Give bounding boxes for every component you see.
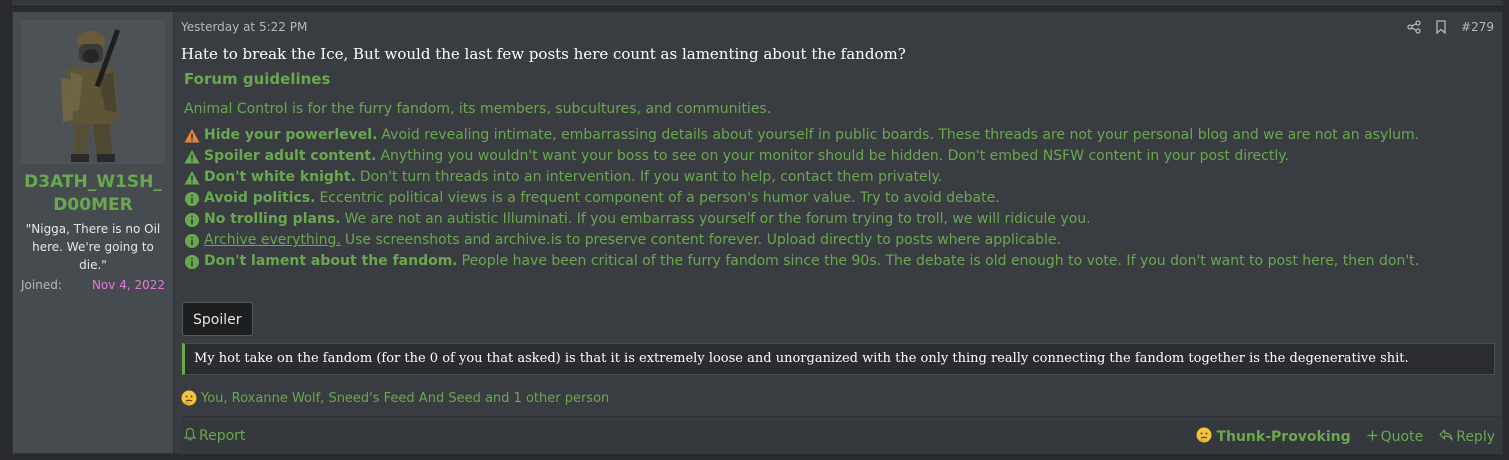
info-icon	[184, 233, 200, 249]
share-icon[interactable]	[1407, 20, 1421, 34]
rule-title: Avoid politics.	[204, 190, 316, 206]
forum-post: D3ATH_W1SH_D00MER "Nigga, There is no Oi…	[12, 11, 1503, 454]
joined-row: Joined: Nov 4, 2022	[21, 278, 165, 296]
user-sidebar: D3ATH_W1SH_D00MER "Nigga, There is no Oi…	[13, 12, 174, 453]
guidelines-title: Forum guidelines	[184, 70, 331, 88]
react-button[interactable]: Thunk-Provoking	[1196, 427, 1351, 447]
rule-item: Don't lament about the fandom. People ha…	[184, 251, 1494, 272]
previous-post-edge	[12, 0, 1503, 7]
bell-icon	[183, 427, 197, 445]
plus-icon	[1367, 429, 1378, 445]
reply-icon	[1439, 429, 1453, 445]
quote-label: Quote	[1380, 429, 1424, 445]
post-body: Hate to break the Ice, But would the las…	[181, 45, 906, 63]
report-label: Report	[199, 428, 246, 444]
info-icon	[184, 191, 200, 207]
react-label: Thunk-Provoking	[1216, 429, 1351, 445]
rule-text: Eccentric political views is a frequent …	[319, 190, 1000, 206]
quote-button[interactable]: Quote	[1367, 429, 1424, 445]
spoiler-button[interactable]: Spoiler	[182, 302, 253, 336]
rule-text: Don't turn threads into an intervention.…	[359, 169, 943, 185]
rule-item: Avoid politics. Eccentric political view…	[184, 188, 1494, 209]
rule-item: Don't white knight. Don't turn threads i…	[184, 167, 1494, 188]
warning-icon	[184, 170, 200, 186]
archive-link[interactable]: Archive everything.	[204, 230, 341, 251]
guidelines-intro: Animal Control is for the furry fandom, …	[184, 101, 772, 117]
rule-title: Spoiler adult content.	[204, 148, 377, 164]
rule-title: No trolling plans.	[204, 211, 341, 227]
quote-box: My hot take on the fandom (for the 0 of …	[182, 343, 1495, 375]
bookmark-icon[interactable]	[1435, 20, 1447, 34]
rule-item: Spoiler adult content. Anything you woul…	[184, 146, 1494, 167]
post-main: Yesterday at 5:22 PM #279 Hate to break …	[181, 12, 1502, 454]
rule-title: Don't lament about the fandom.	[204, 253, 458, 269]
rule-title: Don't white knight.	[204, 169, 356, 185]
user-title: "Nigga, There is no Oil here. We're goin…	[25, 222, 161, 272]
joined-label: Joined:	[21, 278, 62, 292]
forum-guidelines: Forum guidelines Animal Control is for t…	[184, 70, 1494, 272]
rule-title: Hide your powerlevel.	[204, 127, 378, 143]
rule-text: Use screenshots and archive.is to preser…	[344, 232, 1061, 248]
thinking-emoji-icon	[1196, 427, 1212, 447]
info-icon	[184, 254, 200, 270]
warning-icon	[184, 149, 200, 165]
reply-button[interactable]: Reply	[1439, 429, 1495, 445]
rule-text: People have been critical of the furry f…	[461, 253, 1420, 269]
username[interactable]: D3ATH_W1SH_D00MER	[13, 171, 173, 217]
avatar[interactable]	[21, 20, 165, 164]
post-footer: Report Thunk-Provoking Quote Reply	[181, 416, 1502, 454]
rule-item: No trolling plans. We are not an autisti…	[184, 209, 1494, 230]
post-actions: #279	[1407, 20, 1494, 34]
post-date[interactable]: Yesterday at 5:22 PM	[181, 20, 307, 34]
footer-actions: Thunk-Provoking Quote Reply	[1196, 427, 1495, 447]
thinking-emoji-icon	[181, 390, 197, 406]
reactions-summary[interactable]: You, Roxanne Wolf, Sneed's Feed And Seed…	[181, 390, 609, 406]
post-number[interactable]: #279	[1461, 20, 1494, 34]
rule-item: Archive everything. Use screenshots and …	[184, 230, 1494, 251]
rule-text: Avoid revealing intimate, embarrassing d…	[381, 127, 1420, 143]
rule-text: Anything you wouldn't want your boss to …	[380, 148, 1289, 164]
warning-icon	[184, 128, 200, 144]
joined-date: Nov 4, 2022	[91, 278, 165, 292]
rule-text: We are not an autistic Illuminati. If yo…	[344, 211, 1091, 227]
reply-label: Reply	[1456, 429, 1495, 445]
report-button[interactable]: Report	[183, 427, 246, 445]
info-icon	[184, 212, 200, 228]
rule-item: Hide your powerlevel. Avoid revealing in…	[184, 125, 1494, 146]
reactions-text[interactable]: You, Roxanne Wolf, Sneed's Feed And Seed…	[201, 391, 609, 406]
